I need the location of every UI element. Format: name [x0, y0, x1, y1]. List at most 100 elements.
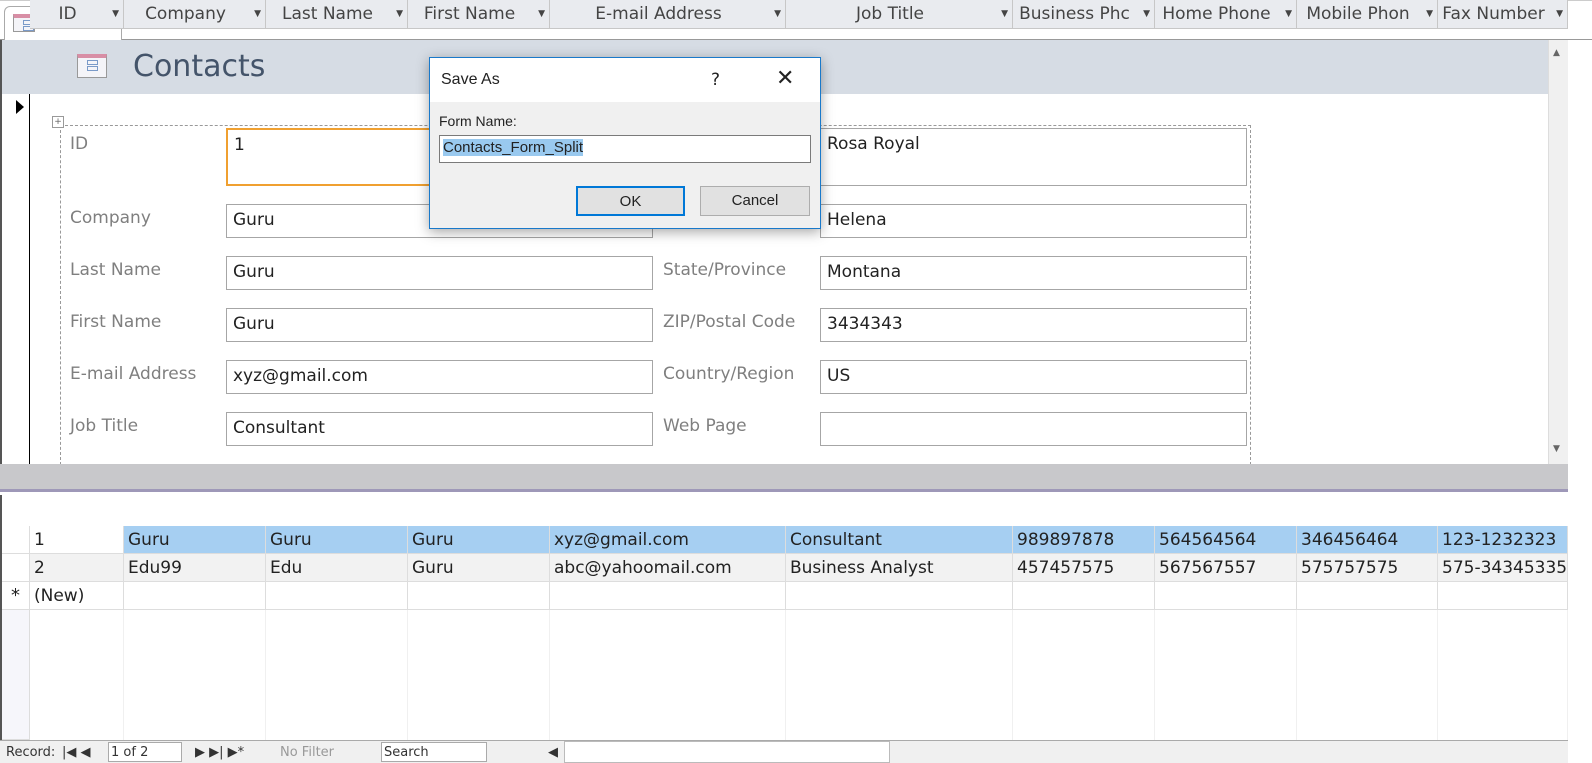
column-header[interactable]: Mobile Phon ▼ [1297, 0, 1438, 29]
form-title: Contacts [133, 49, 266, 84]
table-cell[interactable]: Edu99 [124, 554, 266, 582]
table-cell[interactable] [1438, 582, 1568, 610]
field-label: ID [70, 134, 89, 154]
table-cell[interactable]: 575-34345335 [1438, 554, 1568, 582]
table-cell[interactable]: abc@yahoomail.com [550, 554, 786, 582]
form-vertical-scrollbar[interactable]: ▲ ▼ [1548, 40, 1568, 464]
table-cell[interactable] [124, 582, 266, 610]
field-label: State/Province [663, 260, 787, 280]
table-cell[interactable]: 123-1232323 [1438, 526, 1568, 554]
form-name-input[interactable]: Contacts_Form_Split [439, 135, 811, 163]
table-cell[interactable] [1155, 582, 1297, 610]
empty-column-area [30, 610, 124, 740]
search-input[interactable]: Search [381, 742, 487, 762]
table-cell[interactable] [408, 582, 550, 610]
table-cell[interactable]: 2 [30, 554, 124, 582]
field-input[interactable]: Montana [820, 256, 1247, 290]
table-cell[interactable]: Guru [266, 526, 408, 554]
empty-column-area [266, 610, 408, 740]
empty-column-area [550, 610, 786, 740]
new-record-cell[interactable]: (New) [30, 582, 124, 610]
column-dropdown-icon[interactable]: ▼ [1143, 0, 1150, 28]
field-input[interactable]: US [820, 360, 1247, 394]
help-button[interactable]: ? [711, 70, 720, 90]
first-record-button[interactable]: |◀ ◀ [62, 745, 91, 760]
scroll-up-icon[interactable]: ▲ [1553, 48, 1560, 58]
field-input[interactable]: Helena [820, 204, 1247, 238]
column-header[interactable]: Job Title ▼ [786, 0, 1013, 29]
record-selector[interactable] [2, 94, 30, 464]
column-header[interactable]: First Name ▼ [408, 0, 550, 29]
field-input[interactable]: xyz@gmail.com [226, 360, 653, 394]
table-cell[interactable]: Guru [408, 526, 550, 554]
filter-button[interactable]: No Filter [280, 745, 334, 760]
table-cell[interactable] [550, 582, 786, 610]
column-header[interactable]: Last Name ▼ [266, 0, 408, 29]
column-header[interactable]: Fax Number ▼ [1438, 0, 1568, 29]
field-input[interactable] [820, 412, 1247, 446]
field-input[interactable]: Guru [226, 308, 653, 342]
table-cell[interactable]: Business Analyst [786, 554, 1013, 582]
new-record-icon[interactable]: * [2, 582, 30, 610]
dialog-close-button[interactable]: ✕ [776, 66, 794, 91]
dialog-title: Save As [441, 71, 500, 88]
row-selector-area [2, 610, 30, 740]
current-record-icon [16, 100, 24, 114]
table-cell[interactable]: 567567557 [1155, 554, 1297, 582]
next-record-button[interactable]: ▶ ▶| ▶* [195, 745, 244, 760]
table-cell[interactable]: 564564564 [1155, 526, 1297, 554]
column-header-label: ID [58, 4, 77, 24]
scroll-down-icon[interactable]: ▼ [1553, 444, 1560, 454]
column-dropdown-icon[interactable]: ▼ [112, 0, 119, 28]
table-cell[interactable]: 457457575 [1013, 554, 1155, 582]
table-cell[interactable] [786, 582, 1013, 610]
table-cell[interactable]: 1 [30, 526, 124, 554]
field-label: First Name [70, 312, 162, 332]
column-dropdown-icon[interactable]: ▼ [1001, 0, 1008, 28]
row-selector[interactable] [2, 554, 30, 582]
ok-button[interactable]: OK [576, 186, 685, 216]
column-header-label: Home Phone [1162, 4, 1271, 24]
column-dropdown-icon[interactable]: ▼ [396, 0, 403, 28]
horizontal-scrollbar[interactable] [564, 741, 890, 763]
table-cell[interactable] [1297, 582, 1438, 610]
table-cell[interactable]: Edu [266, 554, 408, 582]
table-cell[interactable] [1013, 582, 1155, 610]
horizontal-scroll-left-icon[interactable]: ◀ [548, 745, 558, 760]
table-cell[interactable]: Guru [124, 526, 266, 554]
column-header[interactable]: E-mail Address ▼ [550, 0, 786, 29]
field-input[interactable]: Rosa Royal [820, 128, 1247, 186]
table-cell[interactable] [266, 582, 408, 610]
field-input[interactable]: 3434343 [820, 308, 1247, 342]
table-cell[interactable]: 346456464 [1297, 526, 1438, 554]
column-header[interactable]: Business Phc ▼ [1013, 0, 1155, 29]
table-cell[interactable]: xyz@gmail.com [550, 526, 786, 554]
column-dropdown-icon[interactable]: ▼ [1285, 0, 1292, 28]
column-header[interactable]: Company ▼ [124, 0, 266, 29]
table-cell[interactable]: Guru [408, 554, 550, 582]
column-header-label: Company [145, 4, 226, 24]
record-position-input[interactable]: 1 of 2 [108, 742, 182, 762]
form-name-label: Form Name: [439, 113, 517, 129]
column-header-label: E-mail Address [595, 4, 722, 24]
field-label: Last Name [70, 260, 161, 280]
column-dropdown-icon[interactable]: ▼ [1426, 0, 1433, 28]
row-selector[interactable] [2, 526, 30, 554]
column-dropdown-icon[interactable]: ▼ [774, 0, 781, 28]
form-icon [77, 54, 107, 78]
column-header-label: Job Title [855, 4, 925, 24]
table-cell[interactable]: 989897878 [1013, 526, 1155, 554]
cancel-button[interactable]: Cancel [700, 186, 810, 216]
table-cell[interactable]: 575757575 [1297, 554, 1438, 582]
column-header[interactable]: ID ▼ [30, 0, 124, 29]
column-header[interactable]: Home Phone ▼ [1155, 0, 1297, 29]
split-form-splitter[interactable] [0, 464, 1568, 492]
field-input[interactable]: Guru [226, 256, 653, 290]
empty-column-area [124, 610, 266, 740]
column-dropdown-icon[interactable]: ▼ [1556, 0, 1563, 28]
column-dropdown-icon[interactable]: ▼ [254, 0, 261, 28]
field-input[interactable]: Consultant [226, 412, 653, 446]
layout-move-handle-icon[interactable]: + [52, 116, 64, 128]
column-dropdown-icon[interactable]: ▼ [538, 0, 545, 28]
table-cell[interactable]: Consultant [786, 526, 1013, 554]
